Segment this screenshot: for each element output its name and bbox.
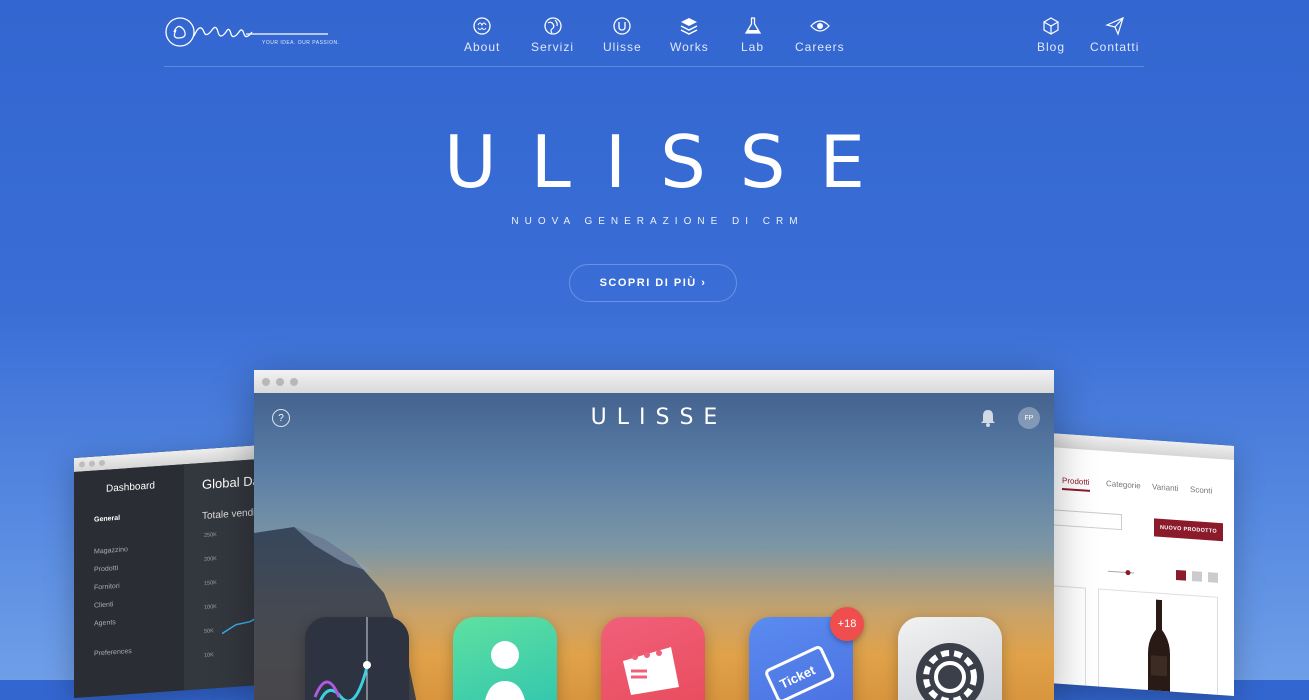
sidebar-item-agents: Agents (94, 619, 116, 628)
analytics-app-icon[interactable] (305, 617, 409, 700)
layers-icon (681, 18, 698, 35)
eye-icon (809, 20, 830, 32)
axis-tick: 200K (204, 556, 217, 563)
filter-select (1048, 508, 1122, 531)
window-titlebar (254, 370, 1054, 393)
ulisse-u-icon (613, 17, 631, 35)
nav-servizi-label: Servizi (531, 40, 575, 54)
paper-plane-icon (1104, 16, 1124, 36)
sidebar-item-magazzino: Magazzino (94, 546, 128, 556)
logo-tagline: YOUR IDEA. OUR PASSION. (262, 40, 340, 46)
axis-tick: 50K (204, 628, 214, 635)
sidebar-item-preferences: Preferences (94, 647, 132, 658)
nav-lab[interactable]: Lab (741, 16, 764, 54)
nav-ulisse-label: Ulisse (603, 40, 642, 54)
tab-sconti: Sconti (1190, 484, 1213, 496)
dashboard-subtitle: Totale vendi (202, 507, 256, 523)
brain-icon (473, 17, 491, 35)
nav-contatti-label: Contatti (1090, 40, 1140, 54)
marketing-app-icon[interactable] (601, 617, 705, 700)
window-zoom-dot[interactable] (290, 377, 298, 386)
nav-about[interactable]: About (464, 16, 500, 54)
general-nav-item: General (94, 514, 121, 524)
brand-logo[interactable]: YOUR IDEA. OUR PASSION. (164, 12, 339, 52)
nav-about-label: About (464, 40, 501, 54)
new-product-button: NUOVO PRODOTTO (1154, 518, 1223, 542)
dashboard-label: Dashboard (106, 480, 155, 495)
user-avatar[interactable]: FP (1018, 407, 1040, 429)
tab-prodotti: Prodotti (1062, 475, 1090, 492)
wine-bottle-icon (1148, 599, 1170, 696)
logo-mark-icon (165, 17, 328, 47)
line-chart-icon (313, 617, 371, 700)
sidebar-item-fornitori: Fornitori (94, 582, 120, 592)
nav-blog-label: Blog (1037, 40, 1066, 54)
axis-tick: 10K (204, 652, 214, 659)
nav-works[interactable]: Works (670, 16, 709, 54)
megaphone-icon (623, 647, 679, 695)
discover-more-button[interactable]: SCOPRI DI PIÙ › (569, 264, 737, 302)
site-header: YOUR IDEA. OUR PASSION. About Servizi Ul… (164, 0, 1144, 67)
nav-careers[interactable]: Careers (795, 16, 845, 54)
globe-icon (543, 17, 562, 35)
contacts-app-icon[interactable] (453, 617, 557, 700)
dashboard-preview-window: Dashboard General Magazzino Prodotti For… (74, 444, 264, 698)
ticket-count-badge: +18 (830, 607, 864, 641)
nav-blog[interactable]: Blog (1037, 16, 1065, 54)
window-titlebar (1040, 432, 1234, 460)
axis-tick: 250K (204, 532, 217, 539)
window-minimize-dot[interactable] (276, 377, 284, 386)
window-close-dot[interactable] (262, 377, 270, 386)
axis-tick: 150K (204, 580, 217, 587)
settings-app-icon[interactable] (898, 617, 1002, 700)
tab-categorie: Categorie (1106, 479, 1141, 491)
flask-icon (744, 17, 761, 34)
cube-icon (1043, 17, 1059, 35)
notification-bell-icon[interactable] (980, 409, 996, 427)
hero-subtitle: NUOVA GENERAZIONE DI CRM (511, 216, 804, 227)
nav-contatti[interactable]: Contatti (1090, 16, 1139, 54)
ulisse-app-window: ? ULISSE FP Ticket +18 (254, 370, 1054, 700)
app-desktop: ? ULISSE FP Ticket +18 (254, 393, 1054, 700)
dashboard-title: Global Da (202, 473, 260, 493)
nav-ulisse[interactable]: Ulisse (603, 16, 642, 54)
nav-works-label: Works (670, 40, 709, 54)
nav-careers-label: Careers (795, 40, 845, 54)
nav-servizi[interactable]: Servizi (531, 16, 574, 54)
nav-lab-label: Lab (741, 40, 765, 54)
tab-varianti: Varianti (1152, 482, 1179, 494)
gear-icon (916, 643, 984, 700)
dashboard-sidebar: Dashboard General Magazzino Prodotti For… (74, 464, 184, 698)
app-title: ULISSE (590, 405, 728, 430)
person-icon (485, 641, 525, 700)
sidebar-item-clienti: Clienti (94, 601, 114, 610)
hero-title: ULISSE (444, 120, 899, 204)
dashboard-main: Global Da Totale vendi 250K 200K 150K 10… (184, 458, 264, 691)
sidebar-item-prodotti: Prodotti (94, 564, 119, 574)
products-preview-window: Prodotti Categorie Varianti Sconti NUOVO… (1040, 432, 1234, 696)
axis-tick: 100K (204, 604, 217, 611)
